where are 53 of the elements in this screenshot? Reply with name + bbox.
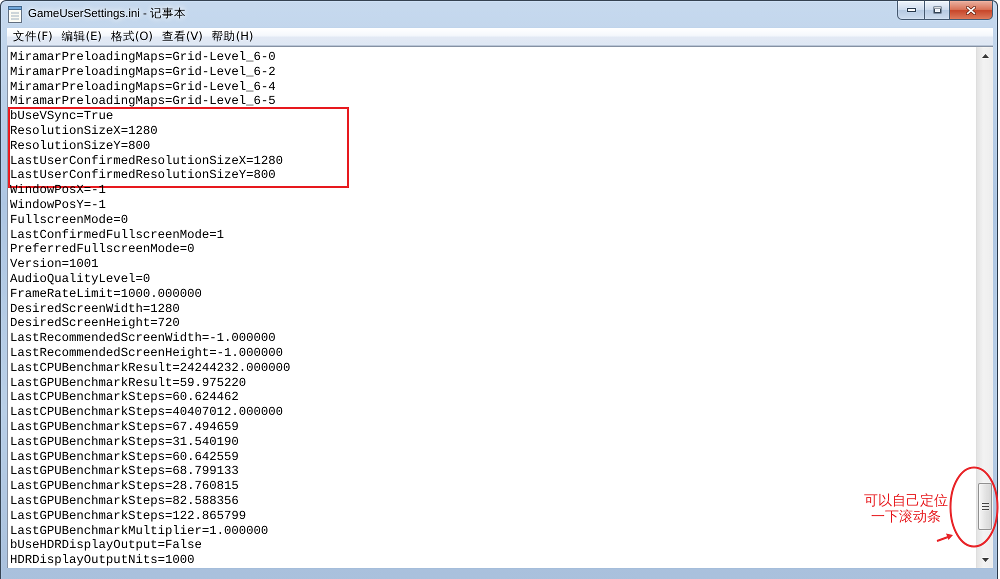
text-line: LastGPUBenchmarkResult=59.975220 [10, 376, 246, 390]
text-line: MiramarPreloadingMaps=Grid-Level_6-4 [10, 80, 276, 94]
menu-item[interactable]: 帮助(H) [208, 28, 258, 45]
text-line: Version=1001 [10, 257, 99, 272]
text-line: PreferredFullscreenMode=0 [10, 242, 194, 258]
menu-item[interactable]: 文件(F) [9, 28, 57, 45]
text-line: FullscreenMode=0 [10, 212, 128, 228]
menu-item[interactable]: 查看(V) [158, 28, 207, 45]
text-line: bUseVSync=True [10, 109, 114, 124]
down-arrow-icon [982, 558, 988, 562]
menu-item[interactable]: 格式(O) [106, 28, 157, 45]
minimize-icon [906, 8, 916, 12]
minimize-button[interactable] [897, 1, 924, 20]
text-line: DesiredScreenHeight=720 [10, 316, 180, 332]
text-line: LastGPUBenchmarkSteps=31.540190 [10, 434, 239, 450]
grip-icon [982, 503, 988, 510]
text-line: LastUserConfirmedResolutionSizeX=1280 [10, 154, 284, 168]
text-line: LastUserConfirmedResolutionSizeY=800 [10, 168, 276, 184]
scrollbar-thumb[interactable] [978, 483, 992, 530]
text-line: LastGPUBenchmarkSteps=68.799133 [10, 464, 239, 480]
up-arrow-icon [982, 54, 988, 58]
window-title: GameUserSettings.ini - 记事本 [28, 6, 186, 22]
text-line: LastGPUBenchmarkSteps=82.588356 [10, 494, 239, 509]
text-line: LastGPUBenchmarkMultiplier=1.000000 [10, 524, 268, 538]
maximize-icon [932, 6, 942, 14]
text-line: DesiredScreenWidth=1280 [10, 302, 180, 316]
text-line: WindowPosY=-1 [10, 198, 106, 213]
menu-item[interactable]: 编辑(E) [58, 28, 106, 45]
text-line: LastRecommendedScreenWidth=-1.000000 [10, 331, 276, 346]
pointer-arrow [936, 531, 954, 543]
text-line: LastCPUBenchmarkSteps=60.624462 [10, 390, 239, 406]
text-line: LastGPUBenchmarkSteps=67.494659 [10, 420, 239, 435]
text-line: LastCPUBenchmarkResult=24244232.000000 [10, 360, 290, 376]
text-line: AudioQualityLevel=0 [10, 272, 150, 287]
maximize-button[interactable] [924, 1, 950, 20]
text-line: LastGPUBenchmarkSteps=60.642559 [10, 450, 239, 464]
text-line: LastConfirmedFullscreenMode=1 [10, 228, 224, 242]
text-line: LastGPUBenchmarkSteps=122.865799 [10, 508, 246, 524]
text-line: LastGPUBenchmarkSteps=28.760815 [10, 479, 239, 494]
text-line: HDRDisplayOutputNits=1000 [10, 553, 194, 568]
text-line: MiramarPreloadingMaps=Grid-Level_6-5 [10, 94, 276, 110]
close-icon [966, 6, 976, 14]
text-line: LastRecommendedScreenHeight=-1.000000 [10, 346, 284, 361]
close-button[interactable] [950, 1, 993, 20]
text-line: ResolutionSizeX=1280 [10, 124, 158, 139]
text-line: FrameRateLimit=1000.000000 [10, 286, 202, 302]
text-line: bUseHDRDisplayOutput=False [10, 538, 202, 554]
text-line: LastCPUBenchmarkSteps=40407012.000000 [10, 405, 284, 420]
notepad-icon [8, 6, 22, 23]
annotation-text: 可以自己定位 一下滚动条 [864, 493, 948, 525]
text-line: ResolutionSizeY=800 [10, 138, 150, 154]
text-line: MiramarPreloadingMaps=Grid-Level_6-2 [10, 64, 276, 80]
text-line: MiramarPreloadingMaps=Grid-Level_6-0 [10, 50, 276, 65]
